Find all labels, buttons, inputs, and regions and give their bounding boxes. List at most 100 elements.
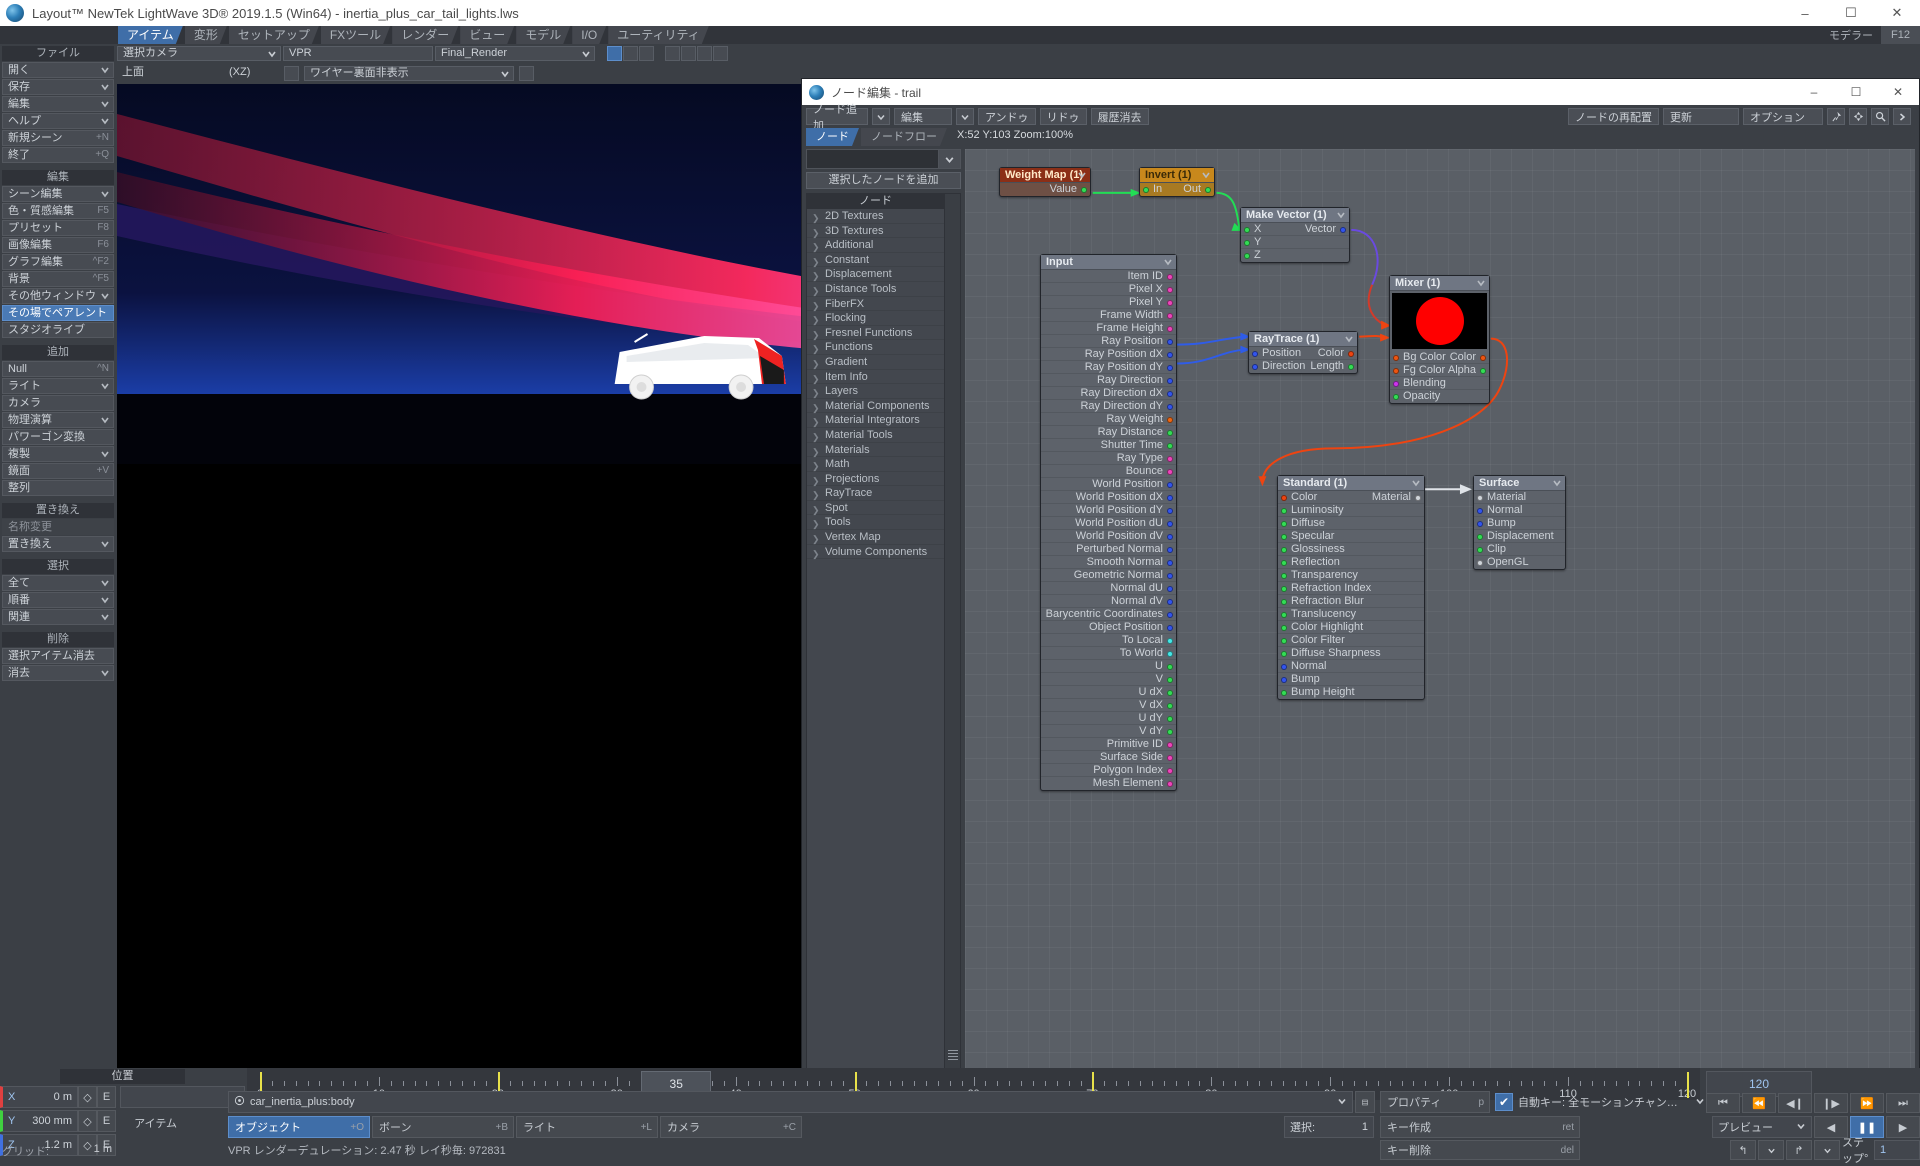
node-port-row[interactable]: Direction Length — [1249, 360, 1357, 373]
node-port[interactable] — [1281, 676, 1287, 683]
node-editor-tab-1[interactable]: ノードフロー — [861, 128, 947, 146]
node-output-row[interactable]: Ray Direction — [1041, 374, 1176, 387]
vpr-toggle-icon[interactable] — [607, 46, 622, 61]
node-port-row[interactable]: Z — [1241, 249, 1349, 262]
node-invert[interactable]: Invert (1) In Out — [1139, 167, 1215, 197]
sidebar-item-0-3[interactable]: ヘルプ — [2, 113, 114, 129]
node-port[interactable] — [1393, 380, 1399, 387]
node-port[interactable] — [1252, 363, 1258, 370]
node-port-row[interactable]: Opacity — [1390, 390, 1489, 403]
node-port-row[interactable]: Reflection — [1278, 556, 1424, 569]
play-forward-button[interactable]: ▶ — [1886, 1116, 1920, 1138]
node-output-row[interactable]: Ray Direction dX — [1041, 387, 1176, 400]
sidebar-item-5-0[interactable]: 選択アイテム消去 — [2, 648, 114, 664]
node-output-row[interactable]: Barycentric Coordinates — [1041, 608, 1176, 621]
node-port[interactable] — [1167, 403, 1173, 410]
sidebar-item-2-6[interactable]: 鏡面 +V — [2, 463, 114, 479]
sidebar-item-0-4[interactable]: 新規シーン +N — [2, 130, 114, 146]
node-port[interactable] — [1167, 312, 1173, 319]
sidebar-item-3-0[interactable]: 名称変更 — [2, 519, 114, 535]
axis-value[interactable]: 0 m — [54, 1091, 72, 1103]
node-category-11[interactable]: ❯ Item Info — [807, 370, 944, 385]
node-port-row[interactable]: Diffuse — [1278, 517, 1424, 530]
node-port[interactable] — [1480, 367, 1486, 374]
node-output-row[interactable]: Item ID — [1041, 270, 1176, 283]
sidebar-item-1-1[interactable]: 色・質感編集 F5 — [2, 203, 114, 219]
mode-button-2[interactable]: ライト +L — [516, 1116, 658, 1138]
node-category-20[interactable]: ❯ Spot — [807, 501, 944, 516]
node-port[interactable] — [1477, 546, 1483, 553]
node-header[interactable]: RayTrace (1) — [1249, 332, 1357, 347]
node-makevector[interactable]: Make Vector (1) X Vector Y Z — [1240, 207, 1350, 263]
node-port[interactable] — [1167, 481, 1173, 488]
chevron-down-icon[interactable] — [956, 108, 974, 125]
node-port[interactable] — [1167, 663, 1173, 670]
node-port[interactable] — [1167, 455, 1173, 462]
fit-tool-icon[interactable] — [713, 46, 728, 61]
sidebar-item-1-0[interactable]: シーン編集 — [2, 186, 114, 202]
transport-button-0[interactable]: ⏮ — [1706, 1093, 1740, 1113]
view-name-label[interactable]: 上面 — [117, 66, 222, 81]
redo-step-button[interactable]: ↱ — [1786, 1140, 1812, 1160]
node-port[interactable] — [1167, 416, 1173, 423]
chevron-down-icon[interactable] — [872, 108, 890, 125]
node-port[interactable] — [1477, 533, 1483, 540]
node-port[interactable] — [1393, 367, 1399, 374]
node-port-row[interactable]: Normal — [1278, 660, 1424, 673]
tab-5[interactable]: ビュー — [460, 26, 514, 44]
minimize-button[interactable]: – — [1782, 0, 1828, 26]
node-port[interactable] — [1167, 325, 1173, 332]
node-port[interactable] — [1167, 650, 1173, 657]
scrollbar-grip[interactable] — [948, 1050, 958, 1060]
node-port[interactable] — [1477, 559, 1483, 566]
node-header[interactable]: Mixer (1) — [1390, 276, 1489, 291]
node-output-row[interactable]: Ray Position dY — [1041, 361, 1176, 374]
node-port[interactable] — [1167, 338, 1173, 345]
node-output-row[interactable]: Pixel Y — [1041, 296, 1176, 309]
node-port[interactable] — [1281, 624, 1287, 631]
chevron-right-icon[interactable] — [1893, 108, 1911, 125]
node-port-row[interactable]: Blending — [1390, 377, 1489, 390]
camera-select-dropdown[interactable]: 選択カメラ — [117, 46, 281, 61]
node-category-5[interactable]: ❯ Distance Tools — [807, 282, 944, 297]
sidebar-item-0-1[interactable]: 保存 — [2, 79, 114, 95]
sidebar-item-2-0[interactable]: Null ^N — [2, 361, 114, 377]
node-port[interactable] — [1167, 572, 1173, 579]
node-category-7[interactable]: ❯ Flocking — [807, 311, 944, 326]
node-port[interactable] — [1167, 507, 1173, 514]
chevron-down-icon[interactable] — [1695, 1095, 1705, 1109]
chevron-down-icon[interactable] — [1337, 1096, 1347, 1109]
item-list-icon[interactable] — [1355, 1091, 1375, 1113]
node-port[interactable] — [1281, 507, 1287, 514]
node-category-21[interactable]: ❯ Tools — [807, 515, 944, 531]
step-value-field[interactable]: 1 — [1874, 1140, 1920, 1160]
sidebar-item-2-7[interactable]: 整列 — [2, 480, 114, 496]
axis-lock-icon[interactable]: ◇ — [78, 1086, 97, 1108]
node-port[interactable] — [1167, 741, 1173, 748]
preview-dropdown[interactable]: プレビュー — [1712, 1116, 1812, 1138]
render-mode-dropdown[interactable]: VPR — [283, 46, 433, 61]
node-output-row[interactable]: Perturbed Normal — [1041, 543, 1176, 556]
chevron-down-icon[interactable] — [519, 66, 534, 81]
node-category-9[interactable]: ❯ Functions — [807, 340, 944, 355]
node-port[interactable] — [1167, 559, 1173, 566]
node-port[interactable] — [1480, 354, 1486, 361]
chevron-down-icon[interactable] — [1552, 477, 1562, 489]
node-port-row[interactable]: Position Color — [1249, 347, 1357, 360]
create-key-button[interactable]: キー作成 ret — [1380, 1116, 1580, 1138]
mode-button-3[interactable]: カメラ +C — [660, 1116, 802, 1138]
redo-button[interactable]: リドゥ — [1039, 108, 1087, 125]
node-output-row[interactable]: V dY — [1041, 725, 1176, 738]
node-header[interactable]: Input — [1041, 255, 1176, 270]
node-editor-close-button[interactable]: ✕ — [1877, 79, 1919, 105]
node-port[interactable] — [1281, 585, 1287, 592]
delete-key-button[interactable]: キー削除 del — [1380, 1140, 1580, 1160]
tab-1[interactable]: 変形 — [185, 26, 227, 44]
node-output-row[interactable]: Ray Type — [1041, 452, 1176, 465]
node-input-row[interactable]: OpenGL — [1474, 556, 1565, 569]
node-category-19[interactable]: ❯ RayTrace — [807, 486, 944, 501]
display-mode-dropdown[interactable]: ワイヤー裏面非表示 — [304, 66, 514, 81]
node-output-row[interactable]: World Position dX — [1041, 491, 1176, 504]
node-port-row[interactable]: Bump — [1278, 673, 1424, 686]
node-output-row[interactable]: World Position — [1041, 478, 1176, 491]
